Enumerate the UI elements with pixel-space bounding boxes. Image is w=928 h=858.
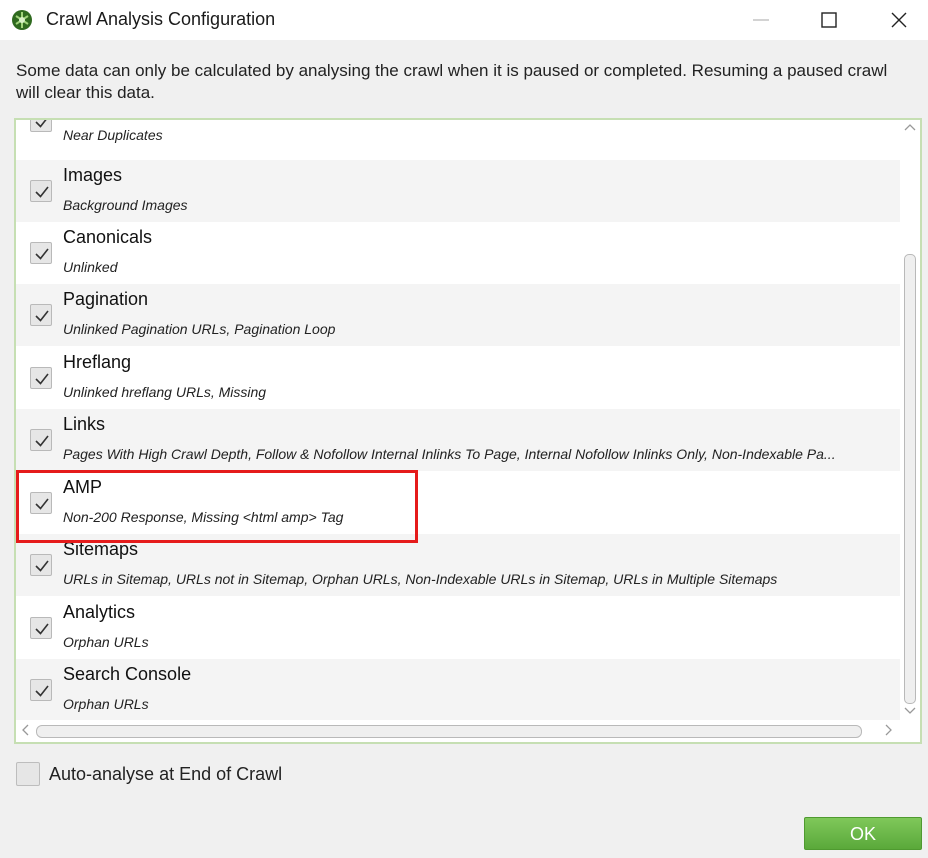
horizontal-scroll-thumb[interactable] xyxy=(36,725,862,738)
list-item-hreflang[interactable]: Hreflang Unlinked hreflang URLs, Missing xyxy=(16,347,900,409)
checkmark-icon xyxy=(35,248,49,260)
item-subtitle: Pages With High Crawl Depth, Follow & No… xyxy=(63,446,836,462)
horizontal-scrollbar[interactable] xyxy=(16,720,920,742)
item-subtitle: Background Images xyxy=(63,197,188,213)
item-subtitle: Orphan URLs xyxy=(63,634,149,650)
list-item-analytics[interactable]: Analytics Orphan URLs xyxy=(16,597,900,659)
checkmark-icon xyxy=(35,498,49,510)
maximize-button[interactable] xyxy=(806,0,852,40)
list-item-links[interactable]: Links Pages With High Crawl Depth, Follo… xyxy=(16,409,900,471)
list-item-search-console[interactable]: Search Console Orphan URLs xyxy=(16,659,900,720)
item-title: Links xyxy=(63,414,106,434)
item-title: Search Console xyxy=(63,664,192,684)
analysis-list: Near Duplicates Images Background Images… xyxy=(16,120,900,720)
scroll-up-icon[interactable] xyxy=(904,122,916,132)
checkmark-icon xyxy=(35,435,49,447)
scroll-right-icon[interactable] xyxy=(884,724,894,736)
list-item-sitemaps[interactable]: Sitemaps URLs in Sitemap, URLs not in Si… xyxy=(16,534,900,596)
list-item-canonicals[interactable]: Canonicals Unlinked xyxy=(16,222,900,284)
item-subtitle: URLs in Sitemap, URLs not in Sitemap, Or… xyxy=(63,571,778,587)
list-item-pagination[interactable]: Pagination Unlinked Pagination URLs, Pag… xyxy=(16,284,900,346)
item-subtitle: Unlinked Pagination URLs, Pagination Loo… xyxy=(63,321,336,337)
item-subtitle: Non-200 Response, Missing <html amp> Tag xyxy=(63,509,344,525)
checkmark-icon xyxy=(35,186,49,198)
item-checkbox[interactable] xyxy=(30,492,52,514)
item-title: Canonicals xyxy=(63,227,153,247)
info-text: Some data can only be calculated by anal… xyxy=(16,61,888,102)
vertical-scroll-thumb[interactable] xyxy=(904,254,916,704)
list-item-amp[interactable]: AMP Non-200 Response, Missing <html amp>… xyxy=(16,472,900,534)
maximize-icon xyxy=(821,12,837,28)
item-checkbox[interactable] xyxy=(30,367,52,389)
checkmark-icon xyxy=(35,310,49,322)
item-title: Sitemaps xyxy=(63,539,139,559)
auto-analyse-label: Auto-analyse at End of Crawl xyxy=(49,764,283,784)
item-checkbox[interactable] xyxy=(30,679,52,701)
ok-button[interactable]: OK xyxy=(804,817,922,850)
minimize-button[interactable] xyxy=(738,0,784,40)
spider-logo-icon xyxy=(12,10,32,30)
item-subtitle: Unlinked hreflang URLs, Missing xyxy=(63,384,267,400)
scroll-left-icon[interactable] xyxy=(20,724,30,736)
checkmark-icon xyxy=(35,373,49,385)
close-icon xyxy=(891,12,907,28)
item-title: Pagination xyxy=(63,289,149,309)
auto-analyse-checkbox[interactable] xyxy=(16,762,40,786)
checkmark-icon xyxy=(35,120,47,128)
item-title: Analytics xyxy=(63,602,136,622)
item-title: Hreflang xyxy=(63,352,132,372)
item-subtitle: Unlinked xyxy=(63,259,118,275)
title-bar: Crawl Analysis Configuration xyxy=(0,0,928,40)
minimize-icon xyxy=(753,19,769,21)
item-checkbox[interactable] xyxy=(30,617,52,639)
item-checkbox[interactable] xyxy=(30,180,52,202)
item-subtitle: Orphan URLs xyxy=(63,696,149,712)
item-title: AMP xyxy=(63,477,103,497)
item-title: Images xyxy=(63,165,123,185)
item-checkbox[interactable] xyxy=(30,554,52,576)
checkmark-icon xyxy=(35,685,49,697)
close-button[interactable] xyxy=(876,0,922,40)
checkmark-icon xyxy=(35,560,49,572)
window-title: Crawl Analysis Configuration xyxy=(46,9,276,29)
item-checkbox[interactable] xyxy=(30,242,52,264)
list-item-0[interactable]: Near Duplicates xyxy=(16,120,900,152)
list-item-images[interactable]: Images Background Images xyxy=(16,160,900,222)
vertical-scrollbar[interactable] xyxy=(900,120,920,720)
analysis-list-panel: Near Duplicates Images Background Images… xyxy=(14,118,922,744)
item-checkbox[interactable] xyxy=(30,429,52,451)
item-checkbox[interactable] xyxy=(30,304,52,326)
item-subtitle: Near Duplicates xyxy=(63,127,163,143)
item-checkbox[interactable] xyxy=(30,120,52,132)
scroll-down-icon[interactable] xyxy=(904,706,916,716)
checkmark-icon xyxy=(35,623,49,635)
